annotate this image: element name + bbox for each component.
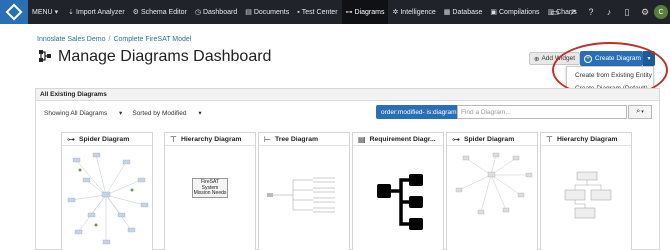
search-icon: ⌕ bbox=[636, 108, 641, 115]
create-diagram-label: Create Diagram bbox=[595, 55, 641, 62]
nav-label: Dashboard bbox=[202, 8, 238, 16]
spider-diagram-thumbnail bbox=[455, 152, 533, 215]
nav-diagrams[interactable]: ⊶ Diagrams bbox=[341, 0, 389, 24]
schema-icon: ⚙ bbox=[132, 9, 139, 16]
card-title: Tree Diagram bbox=[274, 135, 319, 143]
help-icon[interactable]: ? bbox=[582, 7, 600, 17]
intelligence-icon: ✲ bbox=[392, 9, 399, 16]
plus-circle-icon: ⊕ bbox=[534, 55, 540, 63]
search-button[interactable]: ⌕ ▾ bbox=[628, 105, 652, 119]
caret-down-icon: ▾ bbox=[641, 109, 644, 115]
filter-sort-label: Sorted by Modified bbox=[132, 110, 187, 117]
page-header: Manage Diagrams Dashboard bbox=[38, 48, 271, 66]
diagram-card[interactable]: ▤ Requirement Diagr... bbox=[352, 132, 444, 250]
requirement-icon: ▤ bbox=[358, 134, 366, 144]
app-logo[interactable] bbox=[0, 0, 28, 24]
nav-right-tools: ▭ ↗ ? ♪ ▯ ⚙ C bbox=[546, 0, 670, 24]
menu-item-create-from-entity[interactable]: Create from Existing Entity bbox=[567, 69, 653, 82]
card-header: ▤ Requirement Diagr... bbox=[353, 133, 443, 146]
nav-label: Documents bbox=[253, 8, 290, 16]
breadcrumb-project[interactable]: Innoslate Sales Demo bbox=[37, 36, 105, 43]
tree-diagram-thumbnail bbox=[267, 177, 335, 213]
card-header: ⊤ Hierarchy Diagram bbox=[541, 133, 631, 146]
breadcrumb-model[interactable]: Complete FireSAT Model bbox=[113, 36, 191, 43]
card-title: Spider Diagram bbox=[464, 135, 515, 143]
page-title: Manage Diagrams Dashboard bbox=[58, 48, 272, 65]
card-header: ⊢ Tree Diagram bbox=[259, 133, 349, 146]
menu-button[interactable]: MENU ▾ bbox=[28, 0, 64, 24]
diagram-icon: ⊶ bbox=[345, 9, 353, 16]
documents-icon: ▤ bbox=[245, 9, 252, 16]
create-diagram-button[interactable]: + Create Diagram bbox=[580, 51, 643, 66]
create-diagram-dropdown-toggle[interactable]: ▾ bbox=[643, 51, 655, 66]
nav-test-center[interactable]: ▪ Test Center bbox=[293, 0, 341, 24]
hierarchy-diagram-thumbnail bbox=[564, 171, 612, 219]
filter-showing-label: Showing All Diagrams bbox=[44, 110, 108, 117]
hierarchy-icon: ⊤ bbox=[170, 134, 177, 144]
nav-schema-editor[interactable]: ⚙ Schema Editor bbox=[129, 0, 191, 24]
card-title: Spider Diagram bbox=[79, 135, 130, 143]
diagram-icon: ⊶ bbox=[67, 134, 75, 144]
nav-documents[interactable]: ▤ Documents bbox=[241, 0, 293, 24]
logo-diamond-icon bbox=[5, 3, 23, 21]
diagram-card[interactable]: ⊤ Hierarchy Diagram bbox=[540, 132, 632, 250]
panel-title: All Existing Diagrams bbox=[36, 89, 659, 101]
nav-label: Database bbox=[452, 8, 483, 16]
hierarchy-icon: ⊤ bbox=[546, 134, 553, 144]
card-title: Hierarchy Diagram bbox=[556, 135, 618, 143]
card-header: ⊤ Hierarchy Diagram bbox=[165, 133, 255, 146]
breadcrumb-separator: / bbox=[108, 36, 111, 43]
search-input[interactable]: Find a Diagram... bbox=[457, 105, 627, 119]
filter-showing[interactable]: Showing All Diagrams ▾ bbox=[44, 109, 122, 117]
import-icon: ⇣ bbox=[68, 9, 75, 16]
diagram-card[interactable]: ⊶ Spider Diagram bbox=[61, 132, 153, 250]
add-widget-button[interactable]: ⊕ Add Widget bbox=[529, 52, 581, 65]
breadcrumb: Innoslate Sales Demo / Complete FireSAT Mo… bbox=[37, 36, 191, 43]
query-tag[interactable]: order:modified- is:diagram bbox=[376, 105, 462, 119]
nav-intelligence[interactable]: ✲ Intelligence bbox=[388, 0, 439, 24]
compilations-icon: ▣ bbox=[490, 9, 497, 16]
card-header: ⊶ Spider Diagram bbox=[447, 133, 537, 146]
nav-compilations[interactable]: ▣ Compilations bbox=[486, 0, 543, 24]
spider-diagram-thumbnail bbox=[67, 152, 149, 245]
diagram-card[interactable]: ⊶ Spider Diagram bbox=[446, 132, 538, 250]
requirement-diagram-thumbnail bbox=[377, 174, 423, 230]
diagram-card[interactable]: ⊤ Hierarchy Diagram FireSAT System Missio… bbox=[164, 132, 256, 250]
dashboard-icon: ◷ bbox=[194, 9, 201, 16]
hierarchy-root-node: FireSAT System Mission Needs bbox=[192, 178, 228, 198]
avatar[interactable]: C bbox=[654, 5, 668, 19]
card-header: ⊶ Spider Diagram bbox=[62, 133, 152, 146]
nav-label: Test Center bbox=[301, 8, 338, 16]
nav-label: Compilations bbox=[499, 8, 540, 16]
card-title: Hierarchy Diagram bbox=[180, 135, 242, 143]
add-widget-label: Add Widget bbox=[541, 55, 576, 62]
plus-icon: + bbox=[584, 54, 592, 63]
settings-icon[interactable]: ⚙ bbox=[636, 7, 654, 18]
chat-icon[interactable]: ▭ bbox=[546, 7, 564, 18]
diagram-card[interactable]: ⊢ Tree Diagram bbox=[258, 132, 350, 250]
caret-down-icon: ▾ bbox=[647, 56, 651, 62]
nav-label: Schema Editor bbox=[140, 8, 187, 16]
filter-sort[interactable]: Sorted by Modified ▾ bbox=[132, 109, 201, 117]
nav-database[interactable]: ▦ Database bbox=[440, 0, 487, 24]
database-icon: ▦ bbox=[443, 9, 451, 16]
share-icon[interactable]: ↗ bbox=[564, 7, 582, 18]
diagram-icon bbox=[38, 49, 52, 66]
nav-dashboard[interactable]: ◷ Dashboard bbox=[191, 0, 241, 24]
nav-label: Intelligence bbox=[400, 8, 436, 16]
top-navbar: MENU ▾ ⇣ Import Analyzer ⚙ Schema Editor ◷ D… bbox=[0, 0, 670, 24]
nav-import-analyzer[interactable]: ⇣ Import Analyzer bbox=[64, 0, 129, 24]
document-icon[interactable]: ▯ bbox=[618, 7, 636, 18]
caret-down-icon: ▾ bbox=[54, 9, 59, 16]
bell-icon[interactable]: ♪ bbox=[600, 7, 618, 17]
nav-label: Diagrams bbox=[354, 8, 385, 16]
test-icon: ▪ bbox=[297, 8, 300, 16]
tree-icon: ⊢ bbox=[264, 134, 271, 144]
menu-label: MENU bbox=[32, 8, 53, 16]
diagram-icon: ⊶ bbox=[452, 134, 460, 144]
filter-bar: Showing All Diagrams ▾ Sorted by Modifie… bbox=[44, 109, 212, 117]
diagrams-panel: All Existing Diagrams Showing All Diagra… bbox=[35, 88, 660, 250]
nav-label: Import Analyzer bbox=[76, 8, 125, 16]
card-title: Requirement Diagr... bbox=[369, 135, 436, 143]
